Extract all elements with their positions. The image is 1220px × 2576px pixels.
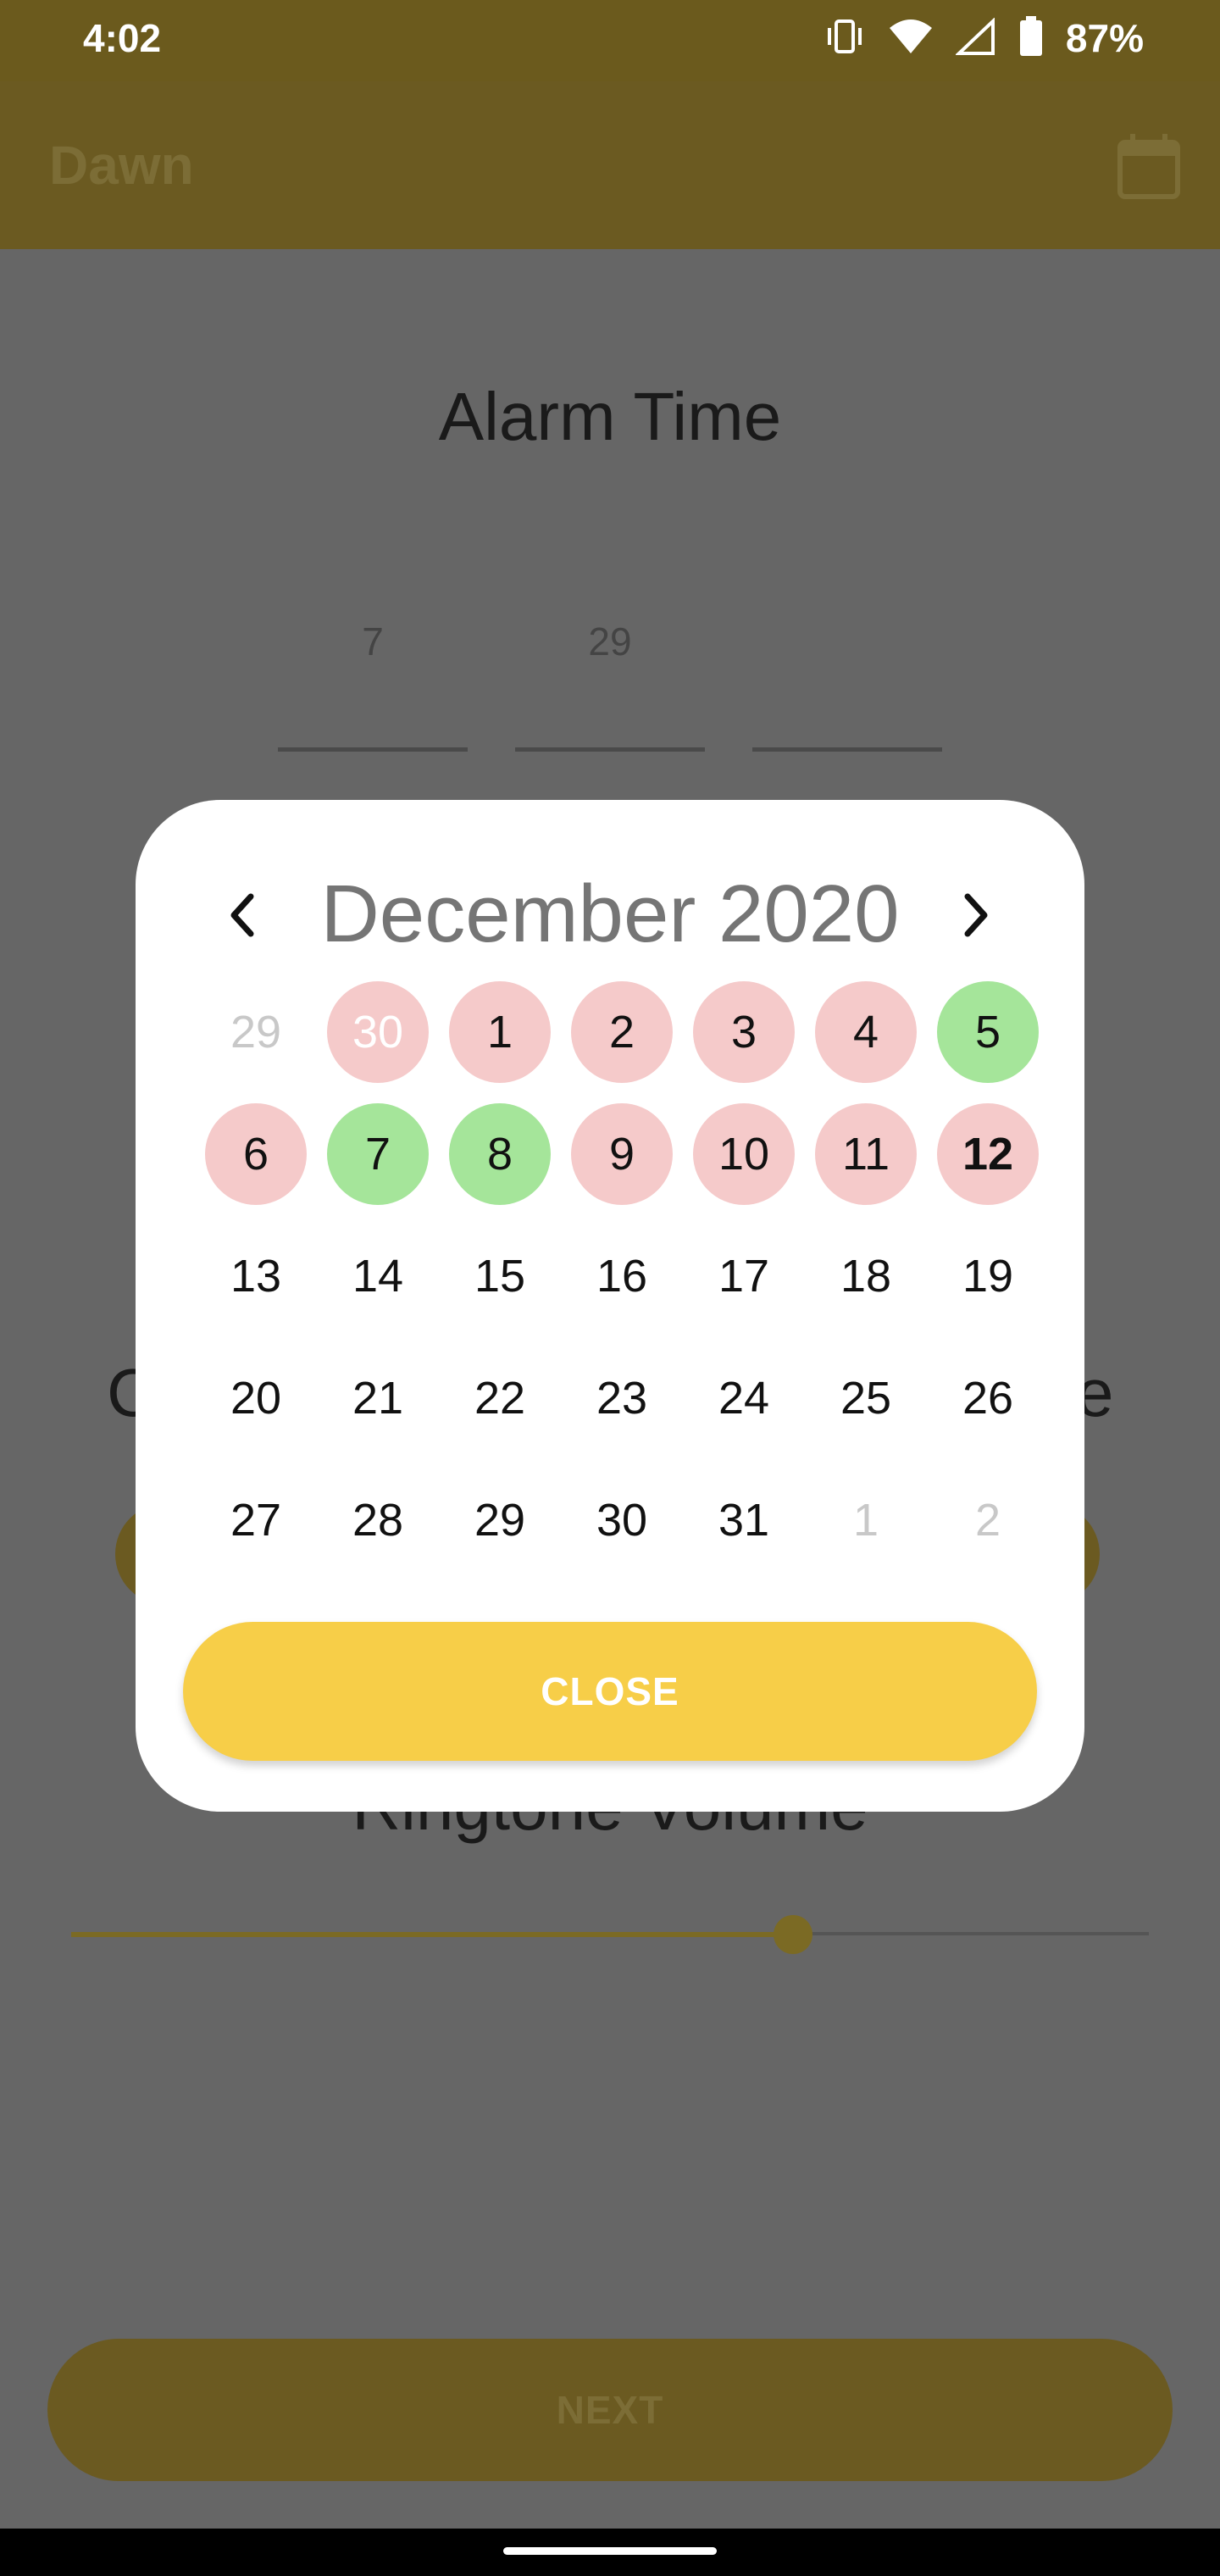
- calendar-day[interactable]: 22: [449, 1347, 551, 1449]
- period-field[interactable]: [752, 619, 942, 752]
- calendar-day[interactable]: 27: [205, 1469, 307, 1571]
- calendar-day[interactable]: 19: [937, 1225, 1039, 1327]
- calendar-day[interactable]: 31: [693, 1469, 795, 1571]
- previous-month-button[interactable]: [208, 881, 276, 949]
- day-grid: 29 30 1 2 3 4 5 6 7 8 9 10 11 12 13 14 15 16 17 18 19 20 21 22 2…: [195, 971, 1039, 1581]
- month-header: December 2020: [136, 868, 1084, 961]
- status-bar: 4:02 87%: [0, 0, 1220, 81]
- calendar-day[interactable]: 2: [937, 1469, 1039, 1571]
- calendar-day[interactable]: 30: [327, 981, 429, 1083]
- navigation-bar: [0, 2529, 1220, 2576]
- battery-icon: [1018, 15, 1044, 61]
- calendar-day[interactable]: 6: [205, 1103, 307, 1205]
- calendar-day[interactable]: 5: [937, 981, 1039, 1083]
- calendar-dialog: December 2020 29 30 1 2 3 4 5 6 7 8 9 10 11 12 13 14 15 1…: [136, 800, 1084, 1812]
- slider-thumb[interactable]: [774, 1915, 813, 1954]
- volume-slider[interactable]: [71, 1915, 1149, 1954]
- calendar-day[interactable]: 8: [449, 1103, 551, 1205]
- home-handle[interactable]: [503, 2547, 717, 2555]
- calendar-day[interactable]: 20: [205, 1347, 307, 1449]
- page-title: Alarm Time: [438, 379, 782, 454]
- chevron-left-icon: [230, 893, 254, 937]
- calendar-day[interactable]: 14: [327, 1225, 429, 1327]
- minute-underline: [515, 747, 705, 752]
- calendar-day[interactable]: 17: [693, 1225, 795, 1327]
- calendar-day[interactable]: 16: [571, 1225, 673, 1327]
- calendar-day[interactable]: 1: [815, 1469, 917, 1571]
- app-title: Dawn: [49, 135, 194, 196]
- close-button[interactable]: CLOSE: [183, 1622, 1037, 1761]
- status-time: 4:02: [83, 16, 162, 60]
- period-value: [752, 619, 942, 678]
- calendar-day[interactable]: 29: [205, 981, 307, 1083]
- calendar-day[interactable]: 2: [571, 981, 673, 1083]
- calendar-day[interactable]: 24: [693, 1347, 795, 1449]
- wifi-icon: [888, 18, 934, 59]
- hour-value: 7: [362, 619, 384, 663]
- calendar-day[interactable]: 9: [571, 1103, 673, 1205]
- signal-icon: [954, 16, 996, 59]
- minute-value: 29: [588, 619, 632, 663]
- period-underline: [752, 747, 942, 752]
- calendar-day[interactable]: 10: [693, 1103, 795, 1205]
- next-month-button[interactable]: [942, 881, 1010, 949]
- calendar-icon[interactable]: [1117, 134, 1181, 204]
- calendar-day[interactable]: 3: [693, 981, 795, 1083]
- minute-field[interactable]: 29: [515, 619, 705, 752]
- app-bar: Dawn: [0, 81, 1220, 249]
- calendar-day[interactable]: 18: [815, 1225, 917, 1327]
- calendar-day[interactable]: 28: [327, 1469, 429, 1571]
- calendar-day[interactable]: 25: [815, 1347, 917, 1449]
- hour-field[interactable]: 7: [278, 619, 468, 752]
- slider-fill: [71, 1932, 794, 1937]
- vibrate-icon: [824, 18, 866, 59]
- slider-track: [793, 1932, 1149, 1935]
- calendar-day[interactable]: 29: [449, 1469, 551, 1571]
- hour-underline: [278, 747, 468, 752]
- calendar-day[interactable]: 7: [327, 1103, 429, 1205]
- calendar-day[interactable]: 15: [449, 1225, 551, 1327]
- calendar-day[interactable]: 13: [205, 1225, 307, 1327]
- chevron-right-icon: [964, 893, 988, 937]
- calendar-day[interactable]: 30: [571, 1469, 673, 1571]
- calendar-day[interactable]: 26: [937, 1347, 1039, 1449]
- calendar-day[interactable]: 21: [327, 1347, 429, 1449]
- calendar-day[interactable]: 1: [449, 981, 551, 1083]
- calendar-day[interactable]: 23: [571, 1347, 673, 1449]
- next-button[interactable]: NEXT: [47, 2339, 1173, 2481]
- battery-percent: 87%: [1065, 16, 1144, 60]
- calendar-day[interactable]: 12: [937, 1103, 1039, 1205]
- calendar-day[interactable]: 4: [815, 981, 917, 1083]
- status-icons: 87%: [824, 15, 1144, 61]
- calendar-day[interactable]: 11: [815, 1103, 917, 1205]
